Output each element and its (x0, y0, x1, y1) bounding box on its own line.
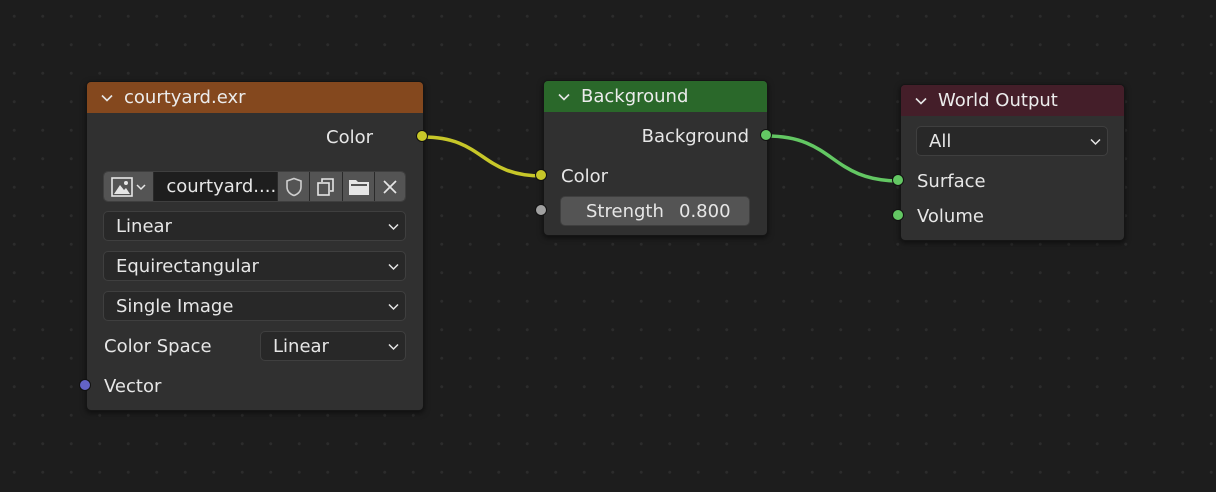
image-input-vector: Vector (104, 376, 161, 397)
color-space-row: Color Space (104, 336, 212, 357)
background-node-header[interactable]: Background (544, 81, 767, 112)
image-selector: courtyard.... (103, 171, 406, 202)
close-icon (383, 179, 397, 194)
chevron-down-icon (1090, 138, 1101, 146)
image-output-color: Color (326, 127, 373, 148)
image-node-title: courtyard.exr (124, 87, 246, 108)
chevron-down-icon[interactable] (101, 92, 113, 104)
link-color-to-color[interactable] (422, 135, 543, 178)
chevron-down-icon (388, 343, 399, 351)
output-input-surface: Surface (917, 171, 986, 192)
image-input-vector-label: Vector (104, 376, 162, 397)
duplicate-image-button[interactable] (310, 172, 343, 201)
background-node-title: Background (581, 86, 689, 107)
strength-value: 0.800 (679, 200, 731, 222)
surface-label: Surface (917, 171, 986, 192)
output-input-volume: Volume (917, 206, 984, 227)
color-space-value: Linear (273, 335, 329, 357)
world-output-node[interactable]: World Output All Surface Volume (900, 84, 1125, 241)
chevron-down-icon[interactable] (915, 95, 927, 107)
strength-field[interactable]: Strength 0.800 (560, 196, 750, 226)
color-space-label: Color Space (104, 336, 212, 357)
target-dropdown[interactable]: All (916, 126, 1108, 156)
chevron-down-icon (388, 223, 399, 231)
volume-label: Volume (917, 206, 984, 227)
background-input-color: Color (561, 166, 608, 187)
image-output-color-label: Color (326, 127, 373, 148)
duplicate-icon (317, 177, 334, 196)
background-strength-input-socket[interactable] (535, 204, 547, 216)
unlink-image-button[interactable] (375, 172, 405, 201)
image-color-output-socket[interactable] (416, 130, 428, 142)
chevron-down-icon (388, 263, 399, 271)
folder-icon (348, 179, 369, 195)
image-browse-button[interactable] (104, 172, 155, 201)
world-output-node-header[interactable]: World Output (901, 85, 1124, 116)
background-color-input-socket[interactable] (535, 169, 547, 181)
background-output-label: Background (641, 126, 749, 147)
interpolation-value: Linear (116, 215, 172, 237)
world-output-node-title: World Output (938, 90, 1058, 111)
target-value: All (929, 130, 952, 152)
volume-input-socket[interactable] (892, 209, 904, 221)
fake-user-button[interactable] (277, 172, 311, 201)
link-background-to-surface[interactable] (766, 134, 900, 183)
chevron-down-icon (388, 303, 399, 311)
color-space-dropdown[interactable]: Linear (260, 331, 406, 361)
background-input-color-label: Color (561, 166, 608, 187)
background-output: Background (642, 126, 749, 147)
image-texture-node[interactable]: courtyard.exr Color courtyard.... Linear… (86, 81, 424, 411)
open-image-button[interactable] (342, 172, 376, 201)
projection-dropdown[interactable]: Equirectangular (103, 251, 406, 281)
image-node-header[interactable]: courtyard.exr (87, 82, 423, 113)
chevron-down-icon (136, 183, 146, 190)
image-icon (111, 176, 133, 197)
shield-icon (285, 177, 302, 196)
image-name: courtyard.... (166, 176, 277, 197)
interpolation-dropdown[interactable]: Linear (103, 211, 406, 241)
surface-input-socket[interactable] (892, 174, 904, 186)
source-dropdown[interactable]: Single Image (103, 291, 406, 321)
image-vector-input-socket[interactable] (79, 379, 91, 391)
chevron-down-icon[interactable] (558, 91, 570, 103)
background-output-socket[interactable] (760, 129, 772, 141)
background-node[interactable]: Background Background Color Strength 0.8… (543, 80, 768, 236)
image-name-field[interactable]: courtyard.... (154, 172, 278, 201)
projection-value: Equirectangular (116, 255, 259, 277)
strength-label: Strength (586, 200, 664, 222)
source-value: Single Image (116, 295, 234, 317)
